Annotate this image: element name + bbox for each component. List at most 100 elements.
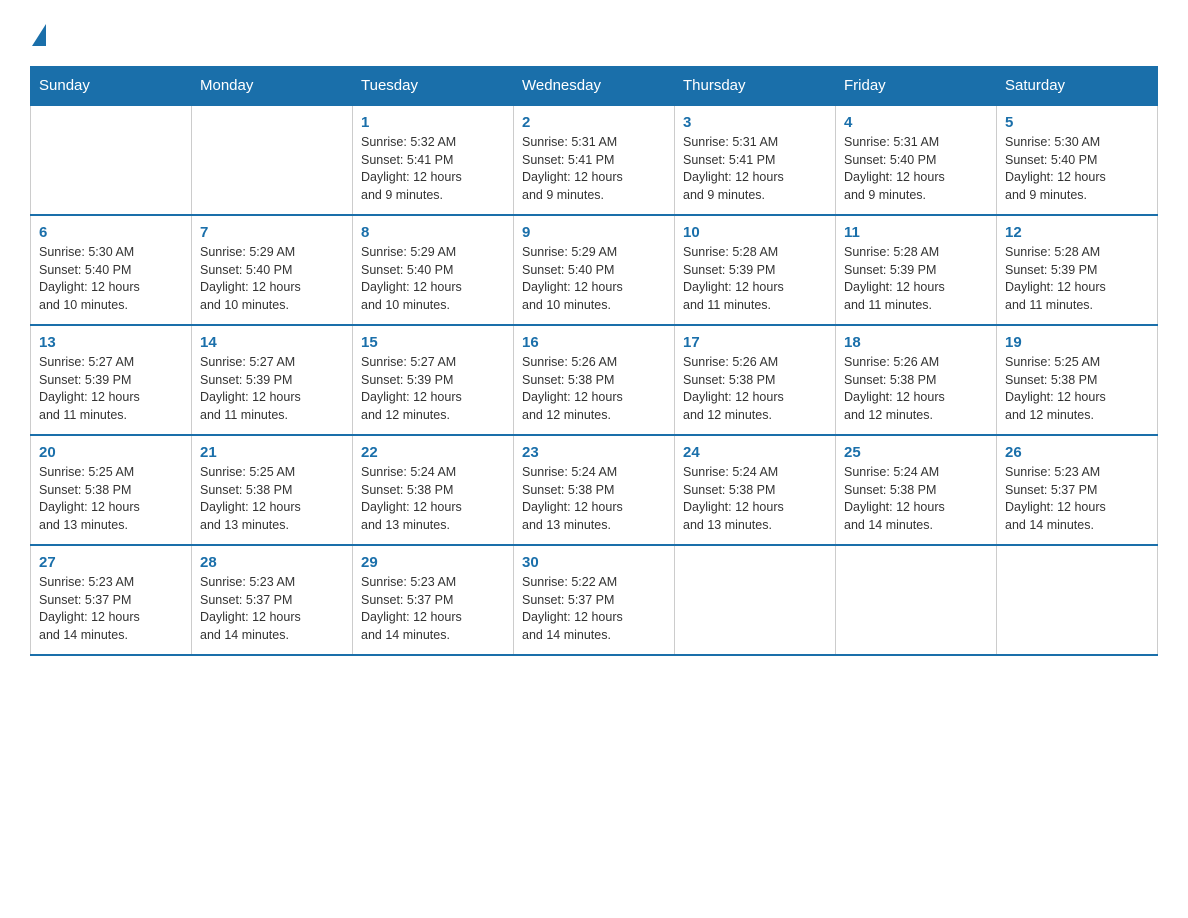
calendar-header-row: SundayMondayTuesdayWednesdayThursdayFrid… — [31, 67, 1158, 106]
day-number: 1 — [361, 114, 505, 131]
calendar-cell: 23 Sunrise: 5:24 AMSunset: 5:38 PMDayligh… — [514, 435, 675, 545]
calendar-cell: 24 Sunrise: 5:24 AMSunset: 5:38 PMDayligh… — [675, 435, 836, 545]
calendar-cell: 21Sunrise: 5:25 AMSunset: 5:38 PMDayligh… — [192, 435, 353, 545]
day-number: 24 — [683, 444, 827, 461]
calendar-cell: 3 Sunrise: 5:31 AMSunset: 5:41 PMDaylight… — [675, 105, 836, 215]
sun-info: Sunrise: 5:25 AMSunset: 5:38 PMDaylight:… — [39, 464, 183, 534]
day-number: 25 — [844, 444, 988, 461]
sun-info: Sunrise: 5:27 AMSunset: 5:39 PMDaylight:… — [39, 354, 183, 424]
day-number: 14 — [200, 334, 344, 351]
sun-info: Sunrise: 5:29 AMSunset: 5:40 PMDaylight:… — [200, 244, 344, 314]
calendar-cell: 11Sunrise: 5:28 AMSunset: 5:39 PMDayligh… — [836, 215, 997, 325]
calendar-cell — [997, 545, 1158, 655]
calendar-cell — [31, 105, 192, 215]
day-number: 12 — [1005, 224, 1149, 241]
calendar-cell: 19 Sunrise: 5:25 AMSunset: 5:38 PMDayligh… — [997, 325, 1158, 435]
sun-info: Sunrise: 5:23 AMSunset: 5:37 PMDaylight:… — [1005, 464, 1149, 534]
sun-info: Sunrise: 5:29 AMSunset: 5:40 PMDaylight:… — [361, 244, 505, 314]
calendar-cell: 13 Sunrise: 5:27 AMSunset: 5:39 PMDayligh… — [31, 325, 192, 435]
calendar-cell — [192, 105, 353, 215]
calendar-cell: 16 Sunrise: 5:26 AMSunset: 5:38 PMDayligh… — [514, 325, 675, 435]
logo-triangle-icon — [32, 24, 46, 46]
header-saturday: Saturday — [997, 67, 1158, 106]
day-number: 4 — [844, 114, 988, 131]
calendar-cell: 27 Sunrise: 5:23 AMSunset: 5:37 PMDayligh… — [31, 545, 192, 655]
header-thursday: Thursday — [675, 67, 836, 106]
day-number: 5 — [1005, 114, 1149, 131]
sun-info: Sunrise: 5:24 AMSunset: 5:38 PMDaylight:… — [683, 464, 827, 534]
sun-info: Sunrise: 5:27 AMSunset: 5:39 PMDaylight:… — [200, 354, 344, 424]
day-number: 7 — [200, 224, 344, 241]
sun-info: Sunrise: 5:28 AMSunset: 5:39 PMDaylight:… — [683, 244, 827, 314]
calendar-cell: 17 Sunrise: 5:26 AMSunset: 5:38 PMDayligh… — [675, 325, 836, 435]
calendar-cell: 4Sunrise: 5:31 AMSunset: 5:40 PMDaylight… — [836, 105, 997, 215]
day-number: 22 — [361, 444, 505, 461]
header-monday: Monday — [192, 67, 353, 106]
sun-info: Sunrise: 5:30 AMSunset: 5:40 PMDaylight:… — [1005, 134, 1149, 204]
sun-info: Sunrise: 5:25 AMSunset: 5:38 PMDaylight:… — [1005, 354, 1149, 424]
sun-info: Sunrise: 5:29 AMSunset: 5:40 PMDaylight:… — [522, 244, 666, 314]
sun-info: Sunrise: 5:23 AMSunset: 5:37 PMDaylight:… — [361, 574, 505, 644]
day-number: 16 — [522, 334, 666, 351]
calendar-cell: 22 Sunrise: 5:24 AMSunset: 5:38 PMDayligh… — [353, 435, 514, 545]
day-number: 15 — [361, 334, 505, 351]
calendar-cell — [675, 545, 836, 655]
sun-info: Sunrise: 5:31 AMSunset: 5:41 PMDaylight:… — [683, 134, 827, 204]
sun-info: Sunrise: 5:24 AMSunset: 5:38 PMDaylight:… — [844, 464, 988, 534]
calendar-cell: 14 Sunrise: 5:27 AMSunset: 5:39 PMDayligh… — [192, 325, 353, 435]
calendar-cell: 10Sunrise: 5:28 AMSunset: 5:39 PMDayligh… — [675, 215, 836, 325]
calendar-cell: 29 Sunrise: 5:23 AMSunset: 5:37 PMDayligh… — [353, 545, 514, 655]
sun-info: Sunrise: 5:28 AMSunset: 5:39 PMDaylight:… — [1005, 244, 1149, 314]
sun-info: Sunrise: 5:28 AMSunset: 5:39 PMDaylight:… — [844, 244, 988, 314]
sun-info: Sunrise: 5:24 AMSunset: 5:38 PMDaylight:… — [522, 464, 666, 534]
sun-info: Sunrise: 5:30 AMSunset: 5:40 PMDaylight:… — [39, 244, 183, 314]
calendar-cell: 15 Sunrise: 5:27 AMSunset: 5:39 PMDayligh… — [353, 325, 514, 435]
header-wednesday: Wednesday — [514, 67, 675, 106]
sun-info: Sunrise: 5:24 AMSunset: 5:38 PMDaylight:… — [361, 464, 505, 534]
calendar-cell: 7 Sunrise: 5:29 AMSunset: 5:40 PMDaylight… — [192, 215, 353, 325]
header-sunday: Sunday — [31, 67, 192, 106]
sun-info: Sunrise: 5:25 AMSunset: 5:38 PMDaylight:… — [200, 464, 344, 534]
calendar-cell: 5 Sunrise: 5:30 AMSunset: 5:40 PMDaylight… — [997, 105, 1158, 215]
day-number: 2 — [522, 114, 666, 131]
calendar-cell: 26 Sunrise: 5:23 AMSunset: 5:37 PMDayligh… — [997, 435, 1158, 545]
day-number: 19 — [1005, 334, 1149, 351]
sun-info: Sunrise: 5:26 AMSunset: 5:38 PMDaylight:… — [683, 354, 827, 424]
calendar-cell — [836, 545, 997, 655]
calendar-cell: 28 Sunrise: 5:23 AMSunset: 5:37 PMDayligh… — [192, 545, 353, 655]
day-number: 18 — [844, 334, 988, 351]
week-row-3: 13 Sunrise: 5:27 AMSunset: 5:39 PMDayligh… — [31, 325, 1158, 435]
sun-info: Sunrise: 5:23 AMSunset: 5:37 PMDaylight:… — [200, 574, 344, 644]
day-number: 13 — [39, 334, 183, 351]
day-number: 29 — [361, 554, 505, 571]
day-number: 26 — [1005, 444, 1149, 461]
week-row-5: 27 Sunrise: 5:23 AMSunset: 5:37 PMDayligh… — [31, 545, 1158, 655]
day-number: 17 — [683, 334, 827, 351]
sun-info: Sunrise: 5:27 AMSunset: 5:39 PMDaylight:… — [361, 354, 505, 424]
day-number: 6 — [39, 224, 183, 241]
calendar-cell: 12 Sunrise: 5:28 AMSunset: 5:39 PMDayligh… — [997, 215, 1158, 325]
day-number: 3 — [683, 114, 827, 131]
calendar-cell: 6 Sunrise: 5:30 AMSunset: 5:40 PMDaylight… — [31, 215, 192, 325]
calendar-cell: 30Sunrise: 5:22 AMSunset: 5:37 PMDayligh… — [514, 545, 675, 655]
calendar-cell: 9 Sunrise: 5:29 AMSunset: 5:40 PMDaylight… — [514, 215, 675, 325]
calendar-cell: 1 Sunrise: 5:32 AMSunset: 5:41 PMDaylight… — [353, 105, 514, 215]
day-number: 9 — [522, 224, 666, 241]
calendar-table: SundayMondayTuesdayWednesdayThursdayFrid… — [30, 66, 1158, 656]
calendar-cell: 20Sunrise: 5:25 AMSunset: 5:38 PMDayligh… — [31, 435, 192, 545]
week-row-2: 6 Sunrise: 5:30 AMSunset: 5:40 PMDaylight… — [31, 215, 1158, 325]
calendar-cell: 25 Sunrise: 5:24 AMSunset: 5:38 PMDayligh… — [836, 435, 997, 545]
page-header — [30, 20, 1158, 46]
calendar-cell: 18 Sunrise: 5:26 AMSunset: 5:38 PMDayligh… — [836, 325, 997, 435]
sun-info: Sunrise: 5:32 AMSunset: 5:41 PMDaylight:… — [361, 134, 505, 204]
sun-info: Sunrise: 5:23 AMSunset: 5:37 PMDaylight:… — [39, 574, 183, 644]
sun-info: Sunrise: 5:31 AMSunset: 5:41 PMDaylight:… — [522, 134, 666, 204]
calendar-cell: 8Sunrise: 5:29 AMSunset: 5:40 PMDaylight… — [353, 215, 514, 325]
header-tuesday: Tuesday — [353, 67, 514, 106]
logo — [30, 20, 46, 46]
day-number: 27 — [39, 554, 183, 571]
day-number: 23 — [522, 444, 666, 461]
sun-info: Sunrise: 5:26 AMSunset: 5:38 PMDaylight:… — [522, 354, 666, 424]
day-number: 28 — [200, 554, 344, 571]
sun-info: Sunrise: 5:26 AMSunset: 5:38 PMDaylight:… — [844, 354, 988, 424]
